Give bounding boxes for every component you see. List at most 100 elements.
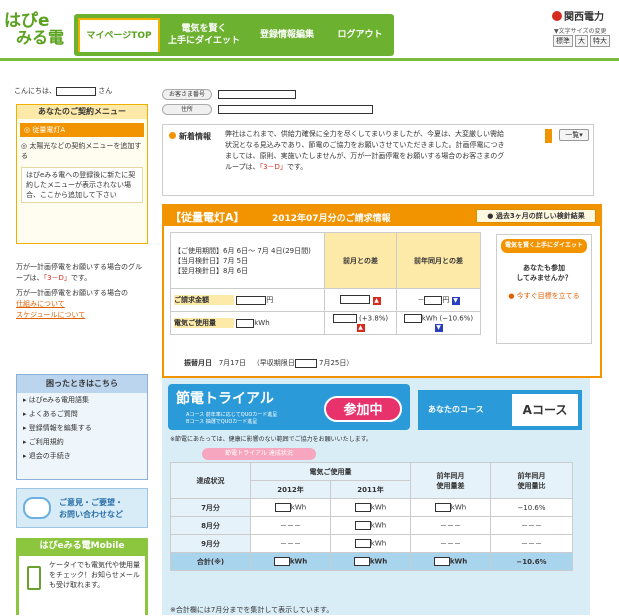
blackout-mechanism-link[interactable]: 仕組みについて: [16, 300, 65, 308]
cell-2011: kWh: [330, 498, 411, 517]
up-arrow-icon: ▲: [372, 296, 381, 305]
h-2011: 2011年: [330, 480, 411, 499]
help-glossary-link[interactable]: ▸ はぴeみる電用語集: [17, 393, 147, 407]
diet-button[interactable]: 電気を賢く上手にダイエット: [501, 239, 587, 253]
your-course-label: あなたのコース: [428, 405, 484, 414]
greeting-prefix: こんにちは、: [14, 87, 56, 95]
kwh-unit: kWh: [370, 503, 387, 512]
main-nav: マイページTOP 電気を賢く 上手にダイエット 登録情報編集 ログアウト: [74, 14, 394, 56]
mobile-banner[interactable]: はぴeみる電Mobile ケータイでも電気代や使用量をチェック！お知らせメールも…: [16, 538, 148, 616]
payment-label: 振替月日: [184, 359, 212, 367]
bill-period: 【ご使用期間】6月 6日～ 7月 4日(29日間): [174, 246, 311, 255]
down-arrow-icon-2: ▼: [434, 324, 443, 332]
amount-prev-year: － 円 ▼: [396, 288, 481, 312]
contact-banner[interactable]: ご意見・ご要望・ お問い合わせなど: [16, 488, 148, 528]
h-2012: 2012年: [250, 480, 331, 499]
menu-item-add-solar-label: 太陽光などの契約メニューを追加する: [21, 142, 142, 160]
row-month: 7月分: [170, 498, 251, 517]
kwh-unit: kWh: [289, 557, 308, 566]
amount-prev-month: ▲: [324, 288, 397, 312]
row-usage: 電気ご使用量 kWh: [170, 311, 325, 335]
trial-note: ※節電にあたっては、健康に影響のない範囲でご協力をお願いいたします。: [170, 436, 373, 443]
history-button[interactable]: ● 過去3ヶ月の詳しい検針結果: [476, 209, 596, 223]
total-label: 合計(※): [170, 552, 251, 571]
bill-header: 【従量電灯A】 2012年07月分のご請求情報 ● 過去3ヶ月の詳しい検針結果: [164, 206, 600, 226]
address-label: 住所: [162, 104, 212, 115]
logo-line2: みる電: [16, 28, 65, 47]
font-size-xlarge-button[interactable]: 特大: [590, 35, 610, 47]
menu-item-add-solar[interactable]: ◎ 太陽光などの契約メニューを追加する: [17, 139, 147, 163]
row-amount-label: ご請求金額: [174, 295, 234, 305]
amount-redacted: [236, 295, 267, 305]
amount-year-redacted: [424, 295, 443, 305]
cell-ratio: －－－: [490, 534, 573, 553]
help-terms-label: ご利用規約: [28, 438, 64, 446]
help-edit-link[interactable]: ▸ 登録情報を編集する: [17, 421, 147, 435]
row-amount: ご請求金額 円: [170, 288, 325, 312]
bill-table: 【ご使用期間】6月 6日～ 7月 4日(29日間) 【当月検針日】7月 5日 【…: [170, 232, 481, 335]
font-size-large-button[interactable]: 大: [575, 35, 588, 47]
bill-plan: 【従量電灯A】: [170, 211, 245, 224]
early-label: （早収期限日: [252, 359, 295, 367]
redacted-value: [354, 503, 371, 512]
cell-ratio: －－－: [490, 516, 573, 535]
early-date: 7月25日）: [318, 359, 354, 367]
help-faq-link[interactable]: ▸ よくあるご質問: [17, 407, 147, 421]
cell-2012: kWh: [250, 498, 331, 517]
down-arrow-icon: ▼: [451, 297, 460, 305]
kwh-unit: kWh: [370, 539, 387, 548]
mobile-text: ケータイでも電気代や使用量をチェック！お知らせメールも受け取れます。: [49, 561, 140, 589]
trial-course-b: Bコース 抽選でQUOカード進呈: [186, 419, 258, 425]
menu-add-note: はぴeみる電への登録後に新たに契約したメニューが表示されない場合、ここから追加し…: [21, 167, 143, 203]
blackout-schedule-link[interactable]: スケジュールについて: [16, 311, 85, 319]
diet-link[interactable]: ● 今すぐ目標を立てる: [497, 291, 591, 301]
news-title: 新着情報: [169, 131, 211, 142]
help-box: 困ったときはこちら ▸ はぴeみる電用語集 ▸ よくあるご質問 ▸ 登録情報を編…: [16, 374, 148, 480]
nav-edit-registration[interactable]: 登録情報編集: [248, 18, 326, 52]
customer-no-redacted: [218, 90, 296, 99]
hapie-logo[interactable]: はぴe みる電: [4, 6, 70, 47]
nav-logout[interactable]: ログアウト: [330, 18, 390, 52]
speech-bubble-icon: [23, 497, 51, 519]
bill-panel: 【従量電灯A】 2012年07月分のご請求情報 ● 過去3ヶ月の詳しい検針結果 …: [162, 204, 602, 378]
h-diff: 前年同月 使用量差: [410, 462, 491, 499]
col-prev-month: 前月との差: [324, 232, 397, 289]
nav-mypage-top[interactable]: マイページTOP: [78, 18, 160, 52]
news-scrollbar[interactable]: [545, 129, 552, 143]
greeting-suffix: さん: [98, 87, 113, 95]
news-list-label: 一覧: [565, 131, 580, 139]
cell-2012: －－－: [250, 516, 331, 535]
early-redacted: [294, 358, 317, 368]
bill-meter-date: 【当月検針日】7月 5日: [174, 256, 249, 265]
your-course-box: あなたのコース Aコース: [418, 390, 582, 430]
kansai-logo: 関西電力: [552, 8, 604, 23]
kwh-unit: kWh: [290, 503, 307, 512]
redacted-value: [354, 539, 371, 548]
news-title-text: 新着情報: [179, 132, 211, 141]
help-withdraw-label: 退会の手続き: [28, 452, 71, 460]
menu-item-juryo-a-label: 従量電灯A: [32, 126, 66, 134]
news-list-button[interactable]: 一覧▾: [559, 129, 589, 141]
total-row: 合計(※) kWh kWh kWh −10.6%: [170, 552, 573, 571]
header: はぴe みる電 マイページTOP 電気を賢く 上手にダイエット 登録情報編集 ロ…: [0, 0, 619, 61]
nav-diet[interactable]: 電気を賢く 上手にダイエット: [164, 18, 244, 52]
trial-panel: 節電トライアル Aコース 前年率に応じてQUOカード進呈 Bコース 抽選でQUO…: [162, 378, 590, 615]
usage-year-unit: kWh: [421, 314, 438, 323]
help-terms-link[interactable]: ▸ ご利用規約: [17, 435, 147, 449]
menu-item-juryo-a[interactable]: ◎ 従量電灯A: [20, 123, 144, 137]
news-group: 「3－D」: [259, 163, 287, 171]
help-withdraw-link[interactable]: ▸ 退会の手続き: [17, 449, 147, 463]
total-diff: kWh: [410, 552, 491, 571]
history-button-label: 過去3ヶ月の詳しい検針結果: [495, 212, 585, 220]
h-usage: 電気ご使用量: [250, 462, 411, 481]
header-divider: [0, 58, 619, 61]
trial-table: 達成状況 電気ご使用量 前年同月 使用量差 前年同月 使用量比 2012年 20…: [170, 462, 573, 571]
footnote: ※合計欄には7月分までを集計して表示しています。: [170, 606, 334, 614]
news-body[interactable]: 弊社はこれまで、供給力確保に全力を尽くしてまいりましたが、今夏は、大変厳しい需給…: [225, 129, 507, 191]
cell-2011: kWh: [330, 516, 411, 535]
row-month: 8月分: [170, 516, 251, 535]
h-ratio: 前年同月 使用量比: [490, 462, 573, 499]
customer-no-label: お客さま番号: [162, 89, 212, 100]
font-size-standard-button[interactable]: 標準: [553, 35, 573, 47]
diet-promo: 電気を賢く上手にダイエット あなたも参加 してみませんか？ ● 今すぐ目標を立て…: [496, 234, 592, 344]
